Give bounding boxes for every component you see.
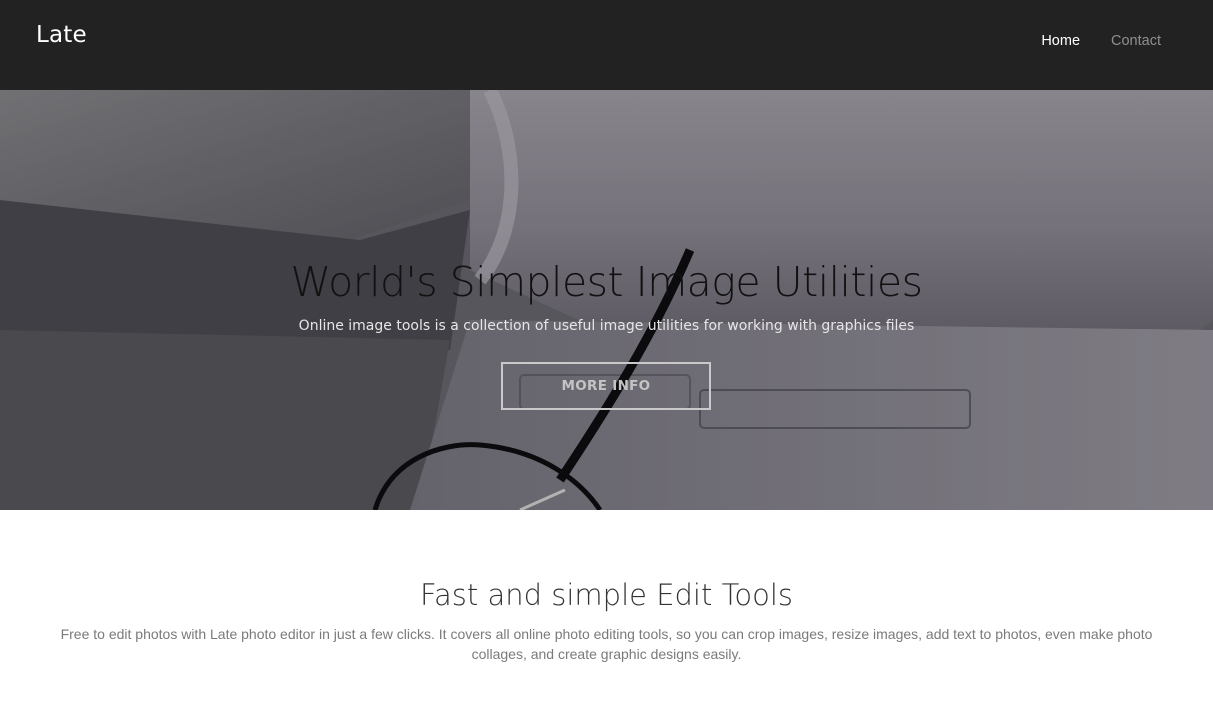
nav-link-home[interactable]: Home (1041, 32, 1080, 50)
features-section: Fast and simple Edit Tools Free to edit … (0, 510, 1213, 717)
hero-section: World's Simplest Image Utilities Online … (0, 90, 1213, 510)
top-navbar: Late Home Contact (0, 0, 1213, 90)
hero-title: World's Simplest Image Utilities (290, 258, 923, 306)
hero-subtitle: Online image tools is a collection of us… (298, 318, 915, 334)
features-description: Free to edit photos with Late photo edit… (60, 626, 1153, 662)
features-title: Fast and simple Edit Tools (419, 578, 794, 612)
brand-logo[interactable]: Late (36, 22, 87, 48)
more-info-button[interactable]: MORE INFO (501, 362, 711, 410)
nav-link-contact[interactable]: Contact (1111, 32, 1161, 50)
nav-links: Home Contact (1041, 32, 1161, 50)
